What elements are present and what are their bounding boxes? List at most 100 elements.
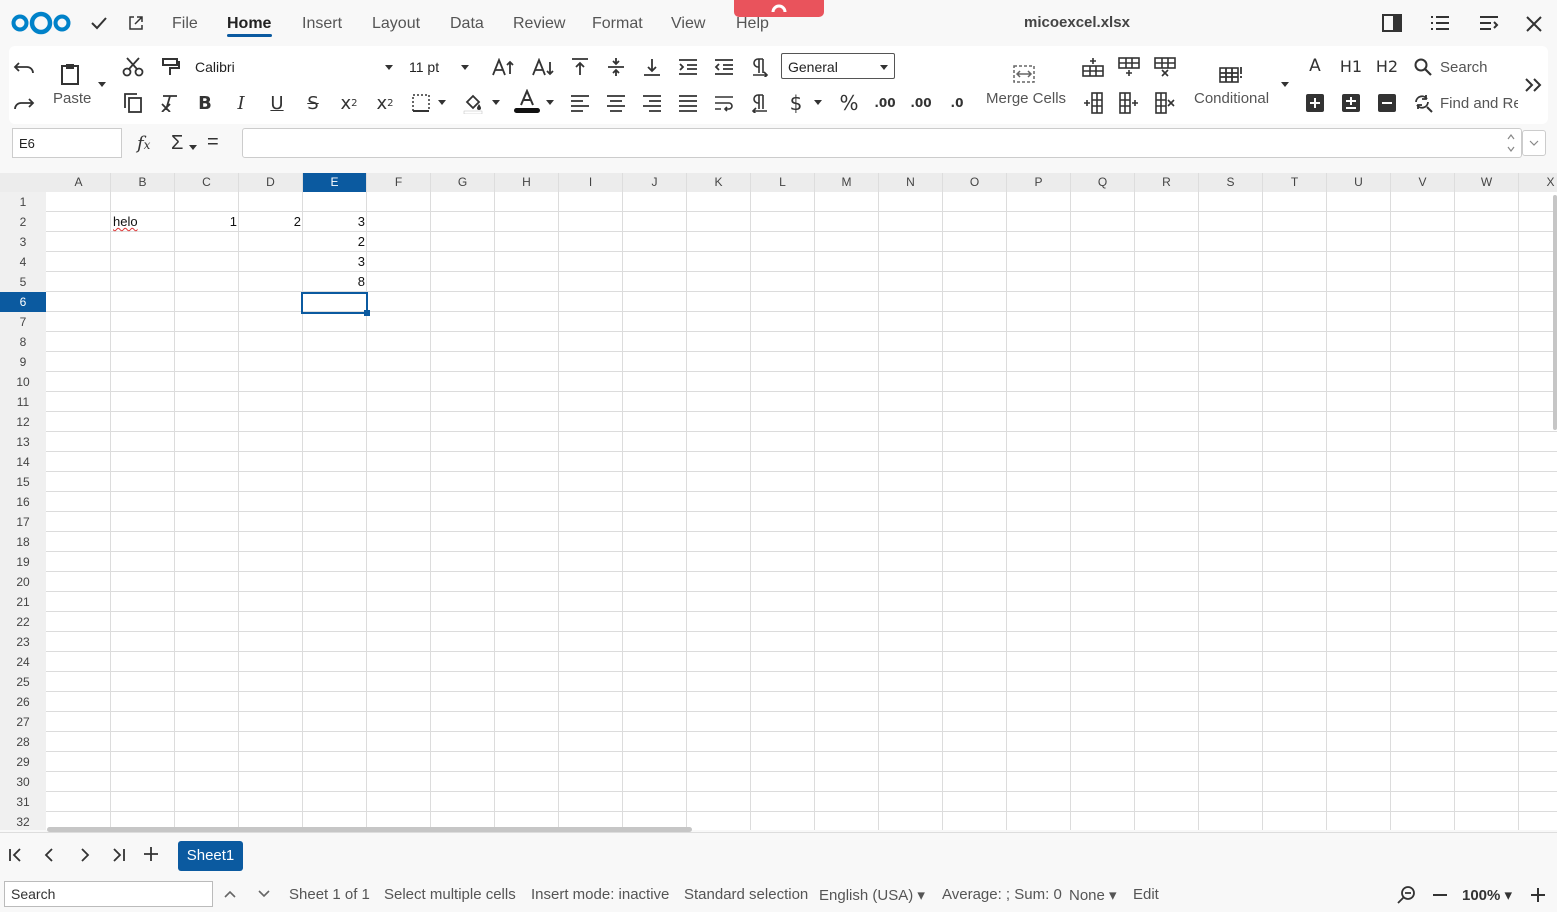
column-header-n[interactable]: N (879, 173, 943, 192)
row-header-27[interactable]: 27 (0, 712, 46, 732)
cut-icon[interactable] (119, 53, 147, 81)
formula-input[interactable] (242, 128, 1522, 158)
row-header-3[interactable]: 3 (0, 232, 46, 252)
column-header-u[interactable]: U (1327, 173, 1391, 192)
save-check-icon[interactable] (90, 14, 108, 32)
row-header-23[interactable]: 23 (0, 632, 46, 652)
insert-columns-before-icon[interactable] (1079, 89, 1107, 117)
clone-formatting-icon[interactable] (156, 53, 184, 81)
font-color-dropdown-arrow[interactable] (546, 100, 554, 105)
last-sheet-icon[interactable] (110, 847, 126, 863)
row-header-25[interactable]: 25 (0, 672, 46, 692)
menu-help[interactable]: Help (736, 15, 769, 33)
italic-icon[interactable]: I (227, 89, 255, 117)
autofill-handle[interactable] (364, 310, 370, 316)
delete-decimal-icon[interactable]: .0 (943, 89, 971, 117)
align-bottom-icon[interactable] (638, 53, 666, 81)
status-search-input[interactable]: Search (4, 881, 213, 907)
row-header-28[interactable]: 28 (0, 732, 46, 752)
insert-columns-after-icon[interactable] (1115, 89, 1143, 117)
column-header-j[interactable]: J (623, 173, 687, 192)
paste-dropdown-arrow[interactable] (98, 82, 106, 87)
paragraph-ltr-icon[interactable] (746, 53, 774, 81)
formula-expand-button[interactable] (1522, 130, 1546, 156)
menu-format[interactable]: Format (592, 15, 643, 33)
cell-b2[interactable]: helo (113, 212, 138, 232)
row-header-7[interactable]: 7 (0, 312, 46, 332)
row-header-18[interactable]: 18 (0, 532, 46, 552)
column-header-t[interactable]: T (1263, 173, 1327, 192)
insert-rows-above-icon[interactable] (1079, 53, 1107, 81)
decimal-standard-icon[interactable]: .00 (871, 89, 899, 117)
formula-spin-icon[interactable] (1506, 131, 1516, 155)
align-right-icon[interactable] (638, 89, 666, 117)
row-header-14[interactable]: 14 (0, 452, 46, 472)
row-header-12[interactable]: 12 (0, 412, 46, 432)
menu-file[interactable]: File (172, 15, 198, 33)
row-header-29[interactable]: 29 (0, 752, 46, 772)
paste-icon[interactable] (56, 60, 84, 88)
menu-home[interactable]: Home (227, 15, 271, 33)
font-size-combobox[interactable]: 11 pt (403, 54, 475, 80)
column-header-b[interactable]: B (111, 173, 175, 192)
bold-icon[interactable]: B (191, 89, 219, 117)
row-header-13[interactable]: 13 (0, 432, 46, 452)
row-header-20[interactable]: 20 (0, 572, 46, 592)
menu-insert[interactable]: Insert (302, 15, 342, 33)
align-top-icon[interactable] (566, 53, 594, 81)
delete-columns-icon[interactable] (1151, 89, 1179, 117)
column-header-f[interactable]: F (367, 173, 431, 192)
merge-cells-label[interactable]: Merge Cells (986, 90, 1066, 107)
nextcloud-logo-icon[interactable] (10, 9, 72, 37)
row-header-15[interactable]: 15 (0, 472, 46, 492)
paragraph-rtl-icon[interactable] (746, 89, 774, 117)
open-external-icon[interactable] (128, 15, 144, 31)
conditional-label[interactable]: Conditional (1194, 90, 1269, 107)
menu-view[interactable]: View (671, 15, 705, 33)
column-header-g[interactable]: G (431, 173, 495, 192)
column-header-x[interactable]: X (1519, 173, 1557, 192)
default-style-button[interactable]: A (1301, 52, 1329, 80)
row-header-6[interactable]: 6 (0, 292, 46, 312)
cell-d2[interactable]: 2 (239, 212, 301, 232)
cell-e5[interactable]: 8 (303, 272, 365, 292)
column-header-k[interactable]: K (687, 173, 751, 192)
borders-dropdown-arrow[interactable] (438, 100, 446, 105)
first-sheet-icon[interactable] (8, 847, 24, 863)
menu-layout[interactable]: Layout (372, 15, 420, 33)
search-up-icon[interactable] (223, 888, 237, 900)
navigator-list-icon[interactable] (1430, 15, 1450, 31)
row-header-21[interactable]: 21 (0, 592, 46, 612)
spreadsheet-grid[interactable]: ABCDEFGHIJKLMNOPQRSTUVWX 1 2 3 4 5 6 7 8 9 10 11 12… (0, 173, 1557, 830)
zoom-level[interactable]: 100% ▾ (1462, 886, 1512, 904)
percent-icon[interactable]: % (835, 89, 863, 117)
background-color-icon[interactable] (459, 89, 487, 117)
find-replace-label[interactable]: Find and Re (1440, 95, 1518, 112)
undo-icon[interactable] (10, 53, 38, 81)
notebookbar-collapse-handle[interactable] (734, 0, 824, 17)
redo-icon[interactable] (10, 89, 38, 117)
row-header-32[interactable]: 32 (0, 812, 46, 830)
decrease-indent-icon[interactable] (710, 53, 738, 81)
language-selector[interactable]: English (USA) ▾ (819, 886, 925, 904)
search-down-icon[interactable] (257, 888, 271, 900)
search-icon[interactable] (1409, 53, 1437, 81)
zoom-in-icon[interactable] (1530, 887, 1546, 903)
row-header-16[interactable]: 16 (0, 492, 46, 512)
background-color-dropdown-arrow[interactable] (492, 100, 500, 105)
wrap-text-icon[interactable] (710, 89, 738, 117)
delete-rows-icon[interactable] (1151, 53, 1179, 81)
row-header-10[interactable]: 10 (0, 372, 46, 392)
insert-rows-below-icon[interactable] (1115, 53, 1143, 81)
increase-indent-icon[interactable] (674, 53, 702, 81)
menu-review[interactable]: Review (513, 15, 565, 33)
find-replace-icon[interactable] (1409, 89, 1437, 117)
grow-font-icon[interactable] (489, 53, 517, 81)
merge-cells-icon[interactable] (1010, 60, 1038, 88)
superscript-icon[interactable]: x2 (371, 89, 399, 117)
previous-sheet-icon[interactable] (42, 847, 58, 863)
align-middle-icon[interactable] (602, 53, 630, 81)
cell-c2[interactable]: 1 (175, 212, 237, 232)
row-header-30[interactable]: 30 (0, 772, 46, 792)
conditional-format-icon[interactable] (1217, 60, 1245, 88)
